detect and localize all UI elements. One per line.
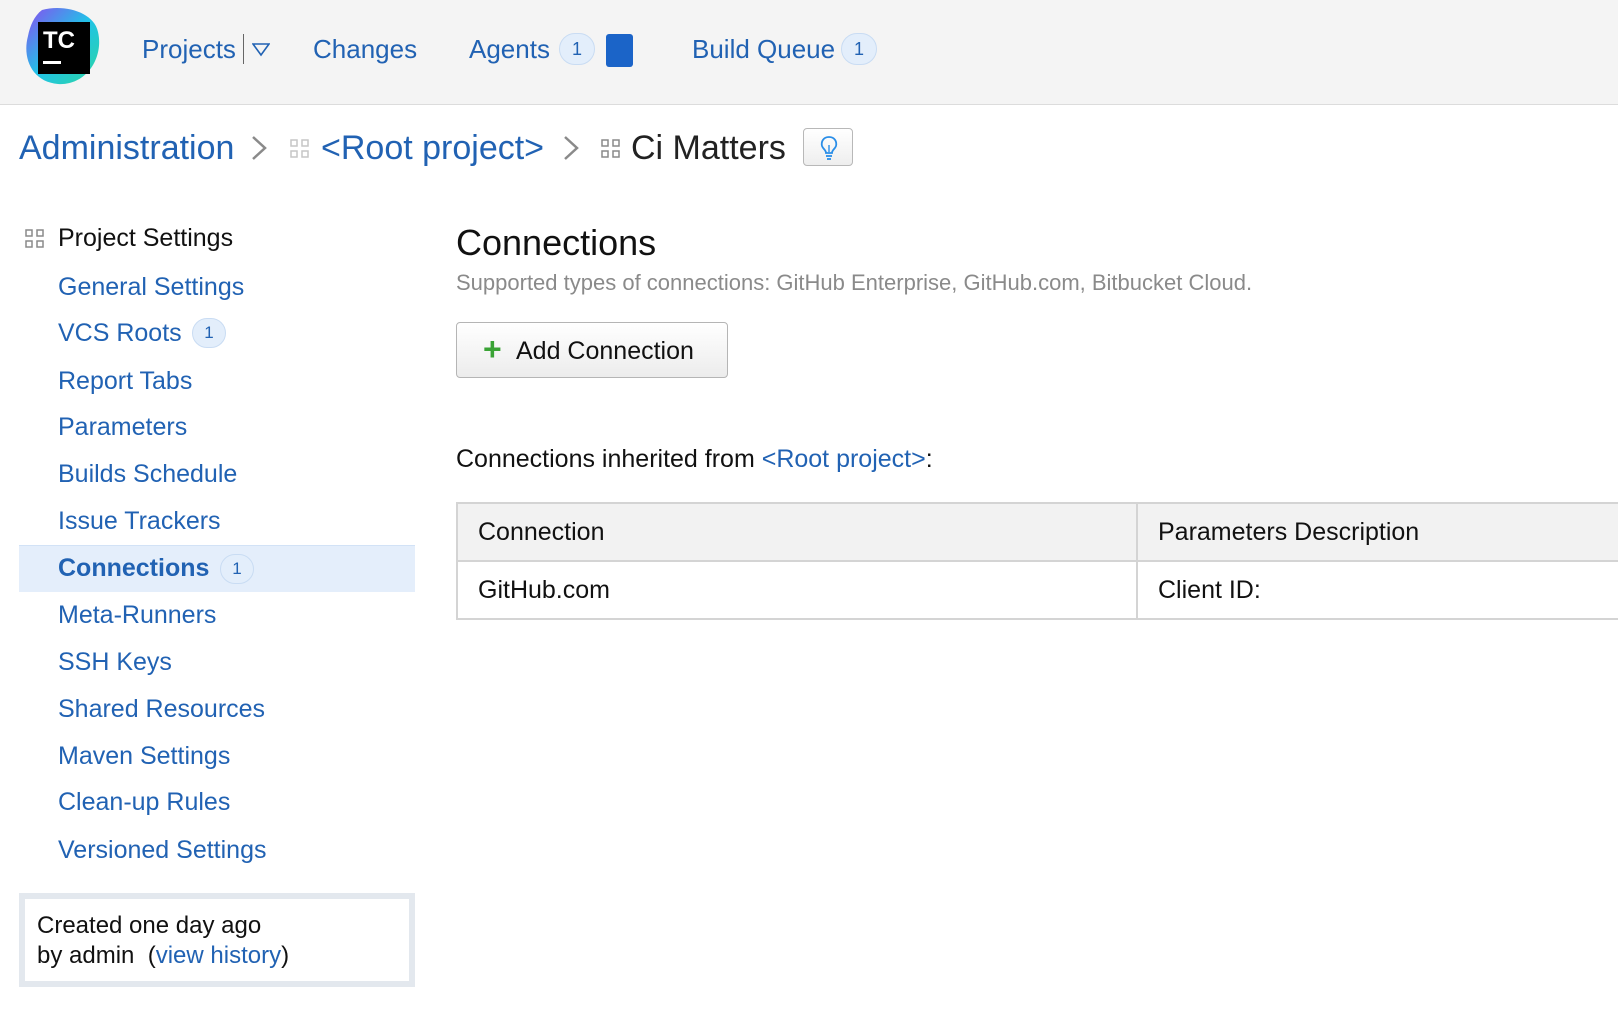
created-line: Created one day ago (37, 912, 262, 939)
page-title: Connections (456, 222, 657, 263)
nav-changes[interactable]: Changes (313, 32, 417, 66)
created-by-line: by admin (view history) (37, 942, 290, 969)
table-row[interactable]: GitHub.com Client ID: (456, 560, 1618, 620)
logo-text: TC (43, 27, 75, 54)
sidebar-heading: Project Settings (58, 224, 234, 252)
column-header-connection: Connection (456, 502, 1138, 562)
top-navigation-bar: TC Projects Changes Agents 1 Build Queue… (0, 0, 1618, 105)
dropdown-caret-icon[interactable] (251, 43, 271, 62)
column-header-parameters-description: Parameters Description (1136, 502, 1618, 562)
project-settings-grid-icon (25, 229, 45, 254)
sidebar-item-versioned-settings[interactable]: Versioned Settings (58, 835, 266, 865)
sidebar-item-connections[interactable]: Connections (58, 553, 209, 583)
agent-status-indicator[interactable] (606, 34, 633, 67)
agents-count-badge[interactable]: 1 (559, 33, 595, 65)
build-queue-count-badge[interactable]: 1 (841, 33, 877, 65)
view-history-link[interactable]: view history (156, 942, 281, 969)
page-subtitle: Supported types of connections: GitHub E… (456, 270, 1253, 295)
plus-icon: + (483, 331, 502, 367)
sidebar-item-vcs-roots[interactable]: VCS Roots (58, 318, 182, 348)
projects-separator (243, 34, 244, 64)
inherited-prefix: Connections inherited from (456, 445, 762, 473)
sidebar-item-issue-trackers[interactable]: Issue Trackers (58, 506, 221, 536)
sidebar-item-parameters[interactable]: Parameters (58, 412, 187, 442)
chevron-right-icon (250, 134, 268, 167)
breadcrumb-root-project[interactable]: <Root project> (321, 128, 544, 168)
inherited-connections-heading: Connections inherited from <Root project… (456, 444, 933, 474)
inherited-suffix: : (925, 445, 933, 473)
breadcrumb-administration[interactable]: Administration (19, 128, 234, 168)
sidebar-item-report-tabs[interactable]: Report Tabs (58, 366, 192, 396)
sidebar-item-clean-up-rules[interactable]: Clean-up Rules (58, 787, 230, 817)
created-by-text: by admin (37, 942, 135, 969)
lightbulb-icon (820, 136, 838, 160)
chevron-right-icon (562, 134, 580, 167)
add-connection-button[interactable]: + Add Connection (456, 322, 728, 378)
sidebar-item-ssh-keys[interactable]: SSH Keys (58, 647, 172, 677)
sidebar-item-general-settings[interactable]: General Settings (58, 272, 244, 302)
created-info-box: Created one day ago by admin (view histo… (19, 893, 415, 987)
connections-table: Connection Parameters Description GitHub… (456, 502, 1618, 620)
connection-name-cell: GitHub.com (456, 560, 1138, 620)
vcs-roots-count-badge[interactable]: 1 (192, 318, 226, 348)
project-grid-icon (601, 139, 621, 164)
table-header-row: Connection Parameters Description (456, 502, 1618, 562)
add-connection-label: Add Connection (516, 337, 694, 365)
project-grid-icon (290, 139, 310, 164)
nav-projects[interactable]: Projects (142, 32, 236, 66)
nav-build-queue[interactable]: Build Queue (692, 32, 835, 66)
sidebar-item-maven-settings[interactable]: Maven Settings (58, 741, 230, 771)
tips-button[interactable] (803, 128, 853, 166)
sidebar-item-shared-resources[interactable]: Shared Resources (58, 694, 265, 724)
nav-agents[interactable]: Agents (469, 32, 550, 66)
connections-count-badge[interactable]: 1 (220, 554, 254, 584)
sidebar-item-builds-schedule[interactable]: Builds Schedule (58, 459, 237, 489)
parameters-description-cell: Client ID: (1136, 560, 1618, 620)
breadcrumb-current-project: Ci Matters (631, 129, 786, 167)
sidebar-item-meta-runners[interactable]: Meta-Runners (58, 600, 216, 630)
teamcity-logo-icon[interactable]: TC (24, 8, 106, 88)
inherited-root-project-link[interactable]: <Root project> (762, 445, 926, 473)
